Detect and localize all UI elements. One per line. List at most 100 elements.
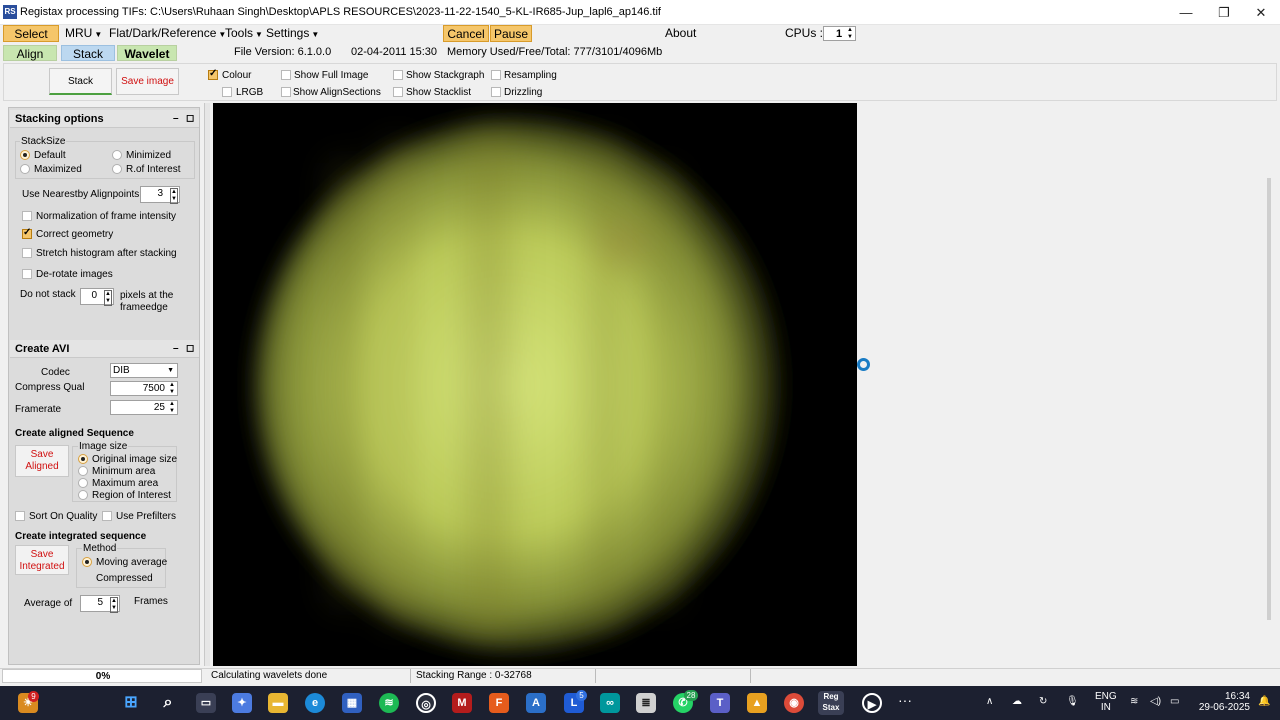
obs-icon[interactable]: ◎ [416,693,436,713]
show-stackgraph-checkbox[interactable] [393,70,403,80]
teams-icon[interactable]: T [710,693,730,713]
notepad-icon[interactable]: ≣ [636,693,656,713]
image-viewer[interactable] [213,103,857,666]
media-play-icon[interactable]: ▶ [862,693,882,713]
search-icon[interactable]: ⌕ [158,693,178,713]
region-of-interest-radio[interactable] [78,490,88,500]
registax-taskbar-icon[interactable]: Reg Stax [818,691,844,715]
chevron-down-icon: ▼ [311,30,320,39]
colour-checkbox[interactable] [208,68,218,80]
show-alignsections-label: Show AlignSections [293,87,381,98]
collapse-icon[interactable]: – [173,110,179,128]
clock[interactable]: 16:34 29-06-2025 [1196,691,1250,713]
resampling-checkbox[interactable] [491,70,501,80]
show-full-image-checkbox[interactable] [281,70,291,80]
store-icon[interactable]: ▦ [342,693,362,713]
close-button[interactable]: ✕ [1238,0,1280,25]
stack-button[interactable]: Stack [49,68,112,95]
battery-icon[interactable]: ▭ [1170,696,1179,707]
show-alignsections-checkbox[interactable] [281,87,291,97]
task-view-icon[interactable]: ▭ [196,693,216,713]
pause-button[interactable]: Pause [490,25,532,42]
framerate-stepper[interactable]: 25 ▲ ▼ [110,400,178,415]
file-date: 02-04-2011 15:30 [351,46,438,58]
sync-icon[interactable]: ↻ [1039,696,1047,707]
flat-dark-reference-menu[interactable]: Flat/Dark/Reference ▼ [109,25,226,42]
minimum-area-radio[interactable] [78,466,88,476]
nearest-alignpoints-stepper[interactable]: 3 ▲ ▼ [140,186,180,204]
select-menu[interactable]: Select [3,25,59,42]
astro-icon[interactable]: A [526,693,546,713]
sort-on-quality-checkbox[interactable] [15,511,25,521]
compressed-label[interactable]: Compressed [96,573,153,584]
maximum-area-label: Maximum area [92,478,159,489]
restore-icon[interactable]: ◻ [186,110,194,128]
correct-geometry-checkbox[interactable] [22,227,32,239]
cancel-button[interactable]: Cancel [443,25,489,42]
drizzling-checkbox[interactable] [491,87,501,97]
save-aligned-label-2: Aligned [25,461,59,472]
derotate-checkbox[interactable] [22,269,32,279]
tray-overflow-icon[interactable]: ∧ [986,696,993,707]
do-not-stack-stepper[interactable]: 0 ▲ ▼ [80,288,114,306]
language-indicator[interactable]: ENG IN [1095,691,1117,713]
settings-menu[interactable]: Settings ▼ [266,25,319,42]
microphone-icon[interactable]: 🎙 [1066,696,1079,707]
stacksize-maximized-radio[interactable] [20,164,30,174]
chrome-icon[interactable]: ◉ [784,693,804,713]
lrgb-checkbox[interactable] [222,87,232,97]
use-prefilters-checkbox[interactable] [102,511,112,521]
tab-wavelet[interactable]: Wavelet [117,45,177,61]
restore-icon[interactable]: ◻ [186,340,194,358]
arduino-icon[interactable]: ∞ [600,693,620,713]
moving-average-radio[interactable] [82,557,92,567]
tab-stack[interactable]: Stack [61,45,115,61]
memory-info: Memory Used/Free/Total: 777/3101/4096Mb [447,46,663,58]
normalization-label: Normalization of frame intensity [36,211,177,222]
frames-label: Frames [134,596,168,607]
stretch-histogram-checkbox[interactable] [22,248,32,258]
stacksize-default-radio[interactable] [20,150,30,160]
select-label: Select [14,27,48,41]
average-of-stepper[interactable]: 5 ▲ ▼ [80,595,120,613]
panel-scrollbar[interactable] [204,103,210,666]
edge-icon[interactable]: e [305,693,325,713]
cpus-stepper[interactable]: 1 ▲ ▼ [823,26,856,41]
save-integrated-button[interactable]: Save Integrated [15,545,69,575]
onedrive-icon[interactable]: ☁ [1012,696,1022,707]
spin-arrows-icon: ▲ ▼ [847,27,853,40]
original-size-radio[interactable] [78,454,88,464]
save-image-button[interactable]: Save image [116,68,179,95]
maximum-area-radio[interactable] [78,478,88,488]
collapse-icon[interactable]: – [173,340,179,358]
file-explorer-icon[interactable]: ▬ [268,693,288,713]
mru-menu[interactable]: MRU ▼ [65,25,102,42]
codec-select[interactable]: DIB ▼ [110,363,178,378]
volume-icon[interactable]: ◁) [1150,696,1161,707]
firefly-icon[interactable]: F [489,693,509,713]
stacking-options-header[interactable]: Stacking options – ◻ [10,110,199,128]
right-scrollbar[interactable] [1267,178,1271,620]
more-apps-icon[interactable]: ··· [898,692,912,708]
compress-qual-label: Compress Qual [15,382,85,393]
save-aligned-button[interactable]: Save Aligned [15,445,69,477]
vlc-icon[interactable]: ▲ [747,693,767,713]
stacksize-roi-radio[interactable] [112,164,122,174]
stacksize-minimized-radio[interactable] [112,150,122,160]
notifications-icon[interactable]: 🔔 [1258,696,1270,707]
mcafee-icon[interactable]: M [452,693,472,713]
spotify-icon[interactable]: ≋ [379,693,399,713]
wifi-icon[interactable]: ≋ [1130,696,1138,707]
normalization-checkbox[interactable] [22,211,32,221]
create-avi-header[interactable]: Create AVI – ◻ [10,340,199,358]
show-stacklist-checkbox[interactable] [393,87,403,97]
copilot-icon[interactable]: ✦ [232,693,252,713]
weather-badge: 9 [28,691,39,702]
compress-qual-stepper[interactable]: 7500 ▲ ▼ [110,381,178,396]
framerate-label: Framerate [15,404,62,415]
tab-align[interactable]: Align [3,45,57,61]
about-menu[interactable]: About [665,25,696,42]
windows-start-icon[interactable]: ⊞ [121,693,141,713]
tools-menu[interactable]: Tools ▼ [225,25,263,42]
framerate-value: 25 [153,402,165,413]
